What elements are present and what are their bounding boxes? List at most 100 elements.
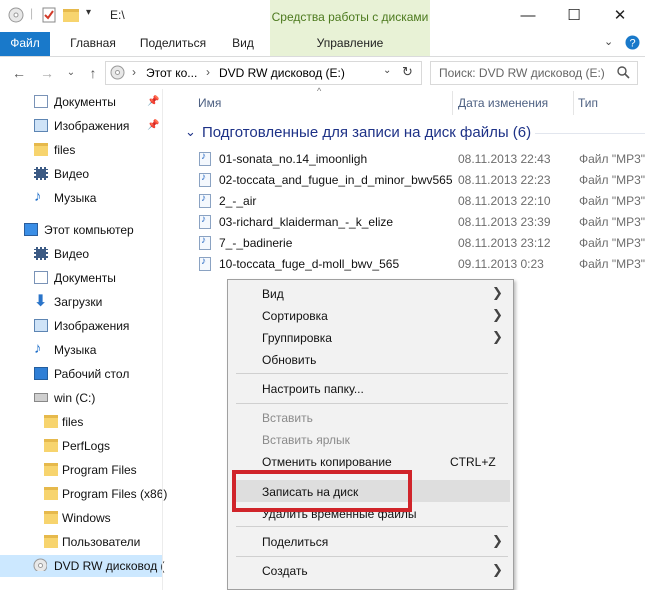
sidebar-item-pictures[interactable]: Изображения 📌 (0, 115, 162, 137)
forward-button[interactable]: → (38, 64, 56, 82)
group-title: Подготовленные для записи на диск файлы … (202, 124, 532, 141)
documents-icon (34, 95, 48, 108)
refresh-icon[interactable]: ↻ (402, 64, 413, 80)
sidebar-item-label: DVD RW дисковод ( (54, 559, 165, 573)
close-button[interactable]: ✕ (597, 0, 643, 30)
dvd-drive-icon (33, 558, 47, 571)
sidebar-item-music[interactable]: ♪ Музыка (0, 187, 162, 209)
sidebar-item-users[interactable]: Пользователи (0, 531, 162, 553)
properties-icon[interactable] (41, 7, 57, 23)
sidebar-item-drive-c[interactable]: win (C:) (0, 387, 162, 409)
sidebar-item-pictures[interactable]: Изображения (0, 315, 162, 337)
file-date: 09.11.2013 0:23 (458, 257, 544, 271)
maximize-button[interactable]: ☐ (551, 0, 597, 30)
file-row[interactable]: 10-toccata_fuge_d-moll_bwv_565 09.11.2013… (197, 254, 645, 275)
column-name[interactable]: Имя (198, 96, 221, 110)
column-date[interactable]: Дата изменения (458, 96, 548, 110)
tab-home[interactable]: Главная (58, 32, 128, 56)
sidebar-item-windows[interactable]: Windows (0, 507, 162, 529)
recent-dropdown-icon[interactable]: ⌄ (62, 64, 80, 82)
tab-view[interactable]: Вид (222, 32, 264, 56)
group-header[interactable]: ⌄ Подготовленные для записи на диск файл… (183, 122, 645, 144)
shortcut-label: CTRL+Z (450, 455, 496, 469)
file-row[interactable]: 03-richard_klaiderman_-_k_elize 08.11.201… (197, 212, 645, 233)
collapse-icon[interactable]: ⌄ (185, 124, 196, 140)
desktop-icon (34, 367, 48, 380)
separator: | (30, 6, 34, 20)
menu-item-paste-shortcut[interactable]: Вставить ярлык (262, 433, 350, 447)
sidebar-item-dvd-drive[interactable]: DVD RW дисковод ( (0, 555, 165, 577)
address-bar[interactable]: › Этот ко... › DVD RW дисковод (E:) ⌄ ↻ (105, 61, 422, 85)
sidebar-item-files[interactable]: files (0, 411, 162, 433)
tab-share[interactable]: Поделиться (134, 32, 212, 56)
sidebar-item-label: Музыка (54, 191, 97, 205)
menu-item-new[interactable]: Создать (262, 564, 308, 578)
video-icon (34, 167, 48, 180)
up-button[interactable]: ↑ (84, 64, 102, 82)
sidebar-item-video[interactable]: Видео (0, 163, 162, 185)
sidebar-item-documents[interactable]: Документы 📌 (0, 91, 162, 113)
tab-file[interactable]: Файл (0, 32, 50, 56)
group-divider (535, 133, 645, 134)
sidebar-item-downloads[interactable]: ⬇ Загрузки (0, 291, 162, 313)
mp3-file-icon (199, 214, 211, 229)
menu-item-undo-copy[interactable]: Отменить копирование (262, 455, 392, 469)
menu-item-customize-folder[interactable]: Настроить папку... (262, 382, 364, 396)
close-icon: ✕ (613, 7, 627, 24)
menu-item-view[interactable]: Вид (262, 287, 284, 301)
breadcrumb-computer[interactable]: Этот ко... (146, 66, 197, 80)
pane-divider[interactable] (162, 89, 163, 590)
search-input[interactable]: Поиск: DVD RW дисковод (E:) (439, 66, 605, 80)
help-icon[interactable]: ? (625, 35, 640, 50)
documents-icon (34, 271, 48, 284)
menu-separator (236, 403, 508, 404)
file-date: 08.11.2013 22:10 (458, 194, 551, 208)
file-row[interactable]: 2_-_air 08.11.2013 22:10 Файл "MP3" (197, 191, 645, 212)
column-separator[interactable] (573, 91, 574, 115)
sidebar-item-program-files[interactable]: Program Files (0, 459, 162, 481)
menu-item-refresh[interactable]: Обновить (262, 353, 316, 367)
sidebar-item-perflogs[interactable]: PerfLogs (0, 435, 162, 457)
menu-item-share[interactable]: Поделиться (262, 535, 328, 549)
menu-item-sort[interactable]: Сортировка (262, 309, 328, 323)
file-row[interactable]: 7_-_badinerie 08.11.2013 23:12 Файл "MP3" (197, 233, 645, 254)
sidebar-item-files[interactable]: files (0, 139, 162, 161)
tab-manage[interactable]: Управление (270, 32, 430, 56)
minimize-icon: — (520, 6, 536, 24)
sidebar-item-desktop[interactable]: Рабочий стол (0, 363, 162, 385)
new-folder-icon[interactable] (63, 9, 79, 22)
sidebar-item-music[interactable]: ♪ Музыка (0, 339, 162, 361)
sidebar-item-label: Изображения (54, 319, 130, 333)
file-name: 2_-_air (219, 194, 257, 208)
menu-separator (236, 373, 508, 374)
file-type: Файл "MP3" (579, 173, 645, 187)
search-box[interactable]: Поиск: DVD RW дисковод (E:) (430, 61, 638, 85)
minimize-button[interactable]: — (505, 0, 551, 30)
ribbon-expand-icon[interactable]: ⌄ (604, 35, 613, 48)
breadcrumb-drive[interactable]: DVD RW дисковод (E:) (219, 66, 345, 80)
ribbon-context-title: Средства работы с дисками (271, 10, 429, 24)
sidebar-item-label: Program Files (x86) (62, 487, 168, 501)
music-icon: ♪ (34, 188, 42, 205)
sidebar-item-documents[interactable]: Документы (0, 267, 162, 289)
file-row[interactable]: 01-sonata_no.14_imoonligh 08.11.2013 22:4… (197, 149, 645, 170)
file-row[interactable]: 02-toccata_and_fugue_in_d_minor_bwv565 08… (197, 170, 645, 191)
column-separator[interactable] (452, 91, 453, 115)
address-row: ← → ⌄ ↑ › Этот ко... › DVD RW дисковод (… (0, 57, 645, 89)
pin-icon[interactable]: 📌 (147, 96, 159, 107)
folder-icon (44, 511, 58, 524)
column-type[interactable]: Тип (578, 96, 598, 110)
menu-item-paste[interactable]: Вставить (262, 411, 313, 425)
sidebar-item-label: Загрузки (54, 295, 103, 309)
address-dropdown-icon[interactable]: ⌄ (383, 65, 391, 76)
quick-access-dropdown-icon[interactable]: ▾ (86, 7, 91, 18)
sidebar-item-program-files-x86[interactable]: Program Files (x86) (0, 483, 167, 505)
back-button[interactable]: ← (10, 64, 28, 82)
menu-item-group[interactable]: Группировка (262, 331, 332, 345)
svg-text:?: ? (629, 38, 635, 50)
pin-icon[interactable]: 📌 (147, 120, 159, 131)
sidebar-item-this-pc[interactable]: Этот компьютер (0, 219, 162, 241)
sidebar-item-video[interactable]: Видео (0, 243, 162, 265)
file-type: Файл "MP3" (579, 236, 645, 250)
submenu-arrow-icon: ❯ (492, 329, 503, 344)
